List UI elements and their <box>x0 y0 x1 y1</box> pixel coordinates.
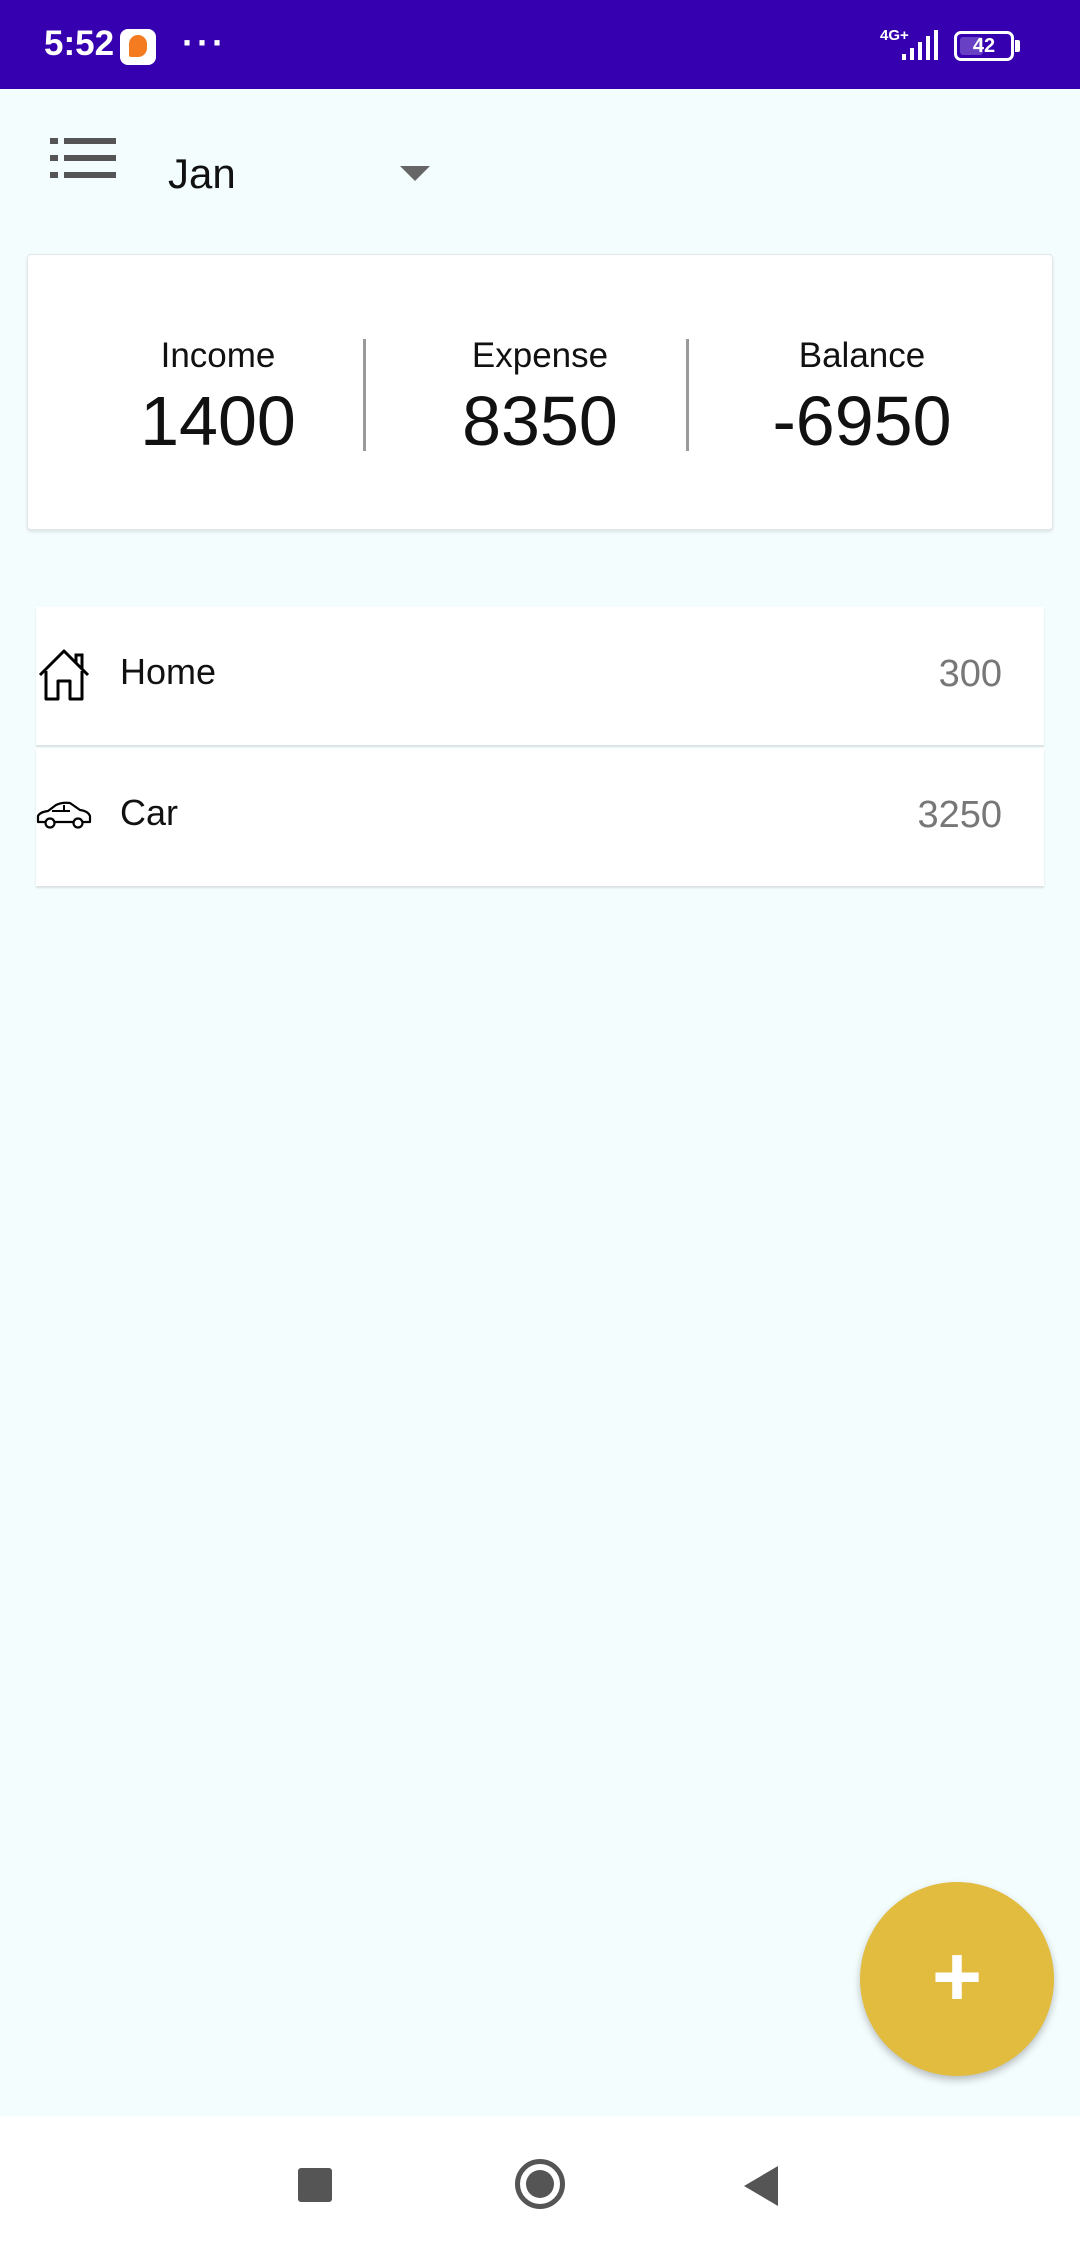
category-label: Car <box>120 792 179 833</box>
home-button-icon[interactable] <box>515 2159 565 2209</box>
expense-summary: Expense 8350 <box>380 331 700 461</box>
category-amount: 3250 <box>917 794 1002 836</box>
list-item-home[interactable]: Home 300 <box>36 607 1044 745</box>
signal-strength-icon <box>902 30 938 60</box>
battery-icon: 42 <box>954 31 1014 61</box>
app-notification-icon <box>120 29 156 65</box>
balance-value: -6950 <box>772 382 952 460</box>
list-item-car[interactable]: Car 3250 <box>36 748 1044 886</box>
system-nav-bar <box>0 2116 1080 2246</box>
back-icon[interactable] <box>744 2166 778 2206</box>
month-selected-value: Jan <box>168 150 236 197</box>
home-icon <box>38 649 90 701</box>
chevron-down-icon <box>400 166 430 181</box>
car-icon <box>36 801 92 829</box>
status-bar: 5:52 ··· 4G+ 42 <box>0 0 1080 89</box>
summary-divider <box>363 339 366 451</box>
category-amount: 300 <box>938 653 1002 695</box>
recents-icon[interactable] <box>298 2168 332 2202</box>
battery-level: 42 <box>972 35 996 57</box>
add-icon: + <box>931 1929 983 2025</box>
month-dropdown[interactable]: Jan <box>168 140 438 210</box>
income-summary: Income 1400 <box>58 331 378 461</box>
expense-value: 8350 <box>462 382 618 460</box>
income-value: 1400 <box>140 382 296 460</box>
expense-label: Expense <box>471 336 609 375</box>
status-time: 5:52 <box>44 24 115 63</box>
category-label: Home <box>120 651 217 692</box>
list-icon[interactable] <box>50 138 116 180</box>
summary-card: Income 1400 Expense 8350 Balance -6950 <box>27 254 1053 530</box>
income-label: Income <box>160 336 276 375</box>
add-button[interactable]: + <box>860 1882 1054 2076</box>
battery-nub <box>1015 40 1020 52</box>
balance-summary: Balance -6950 <box>702 331 1022 461</box>
more-notifications-icon: ··· <box>182 22 227 63</box>
balance-label: Balance <box>798 336 926 375</box>
summary-divider <box>686 339 689 451</box>
